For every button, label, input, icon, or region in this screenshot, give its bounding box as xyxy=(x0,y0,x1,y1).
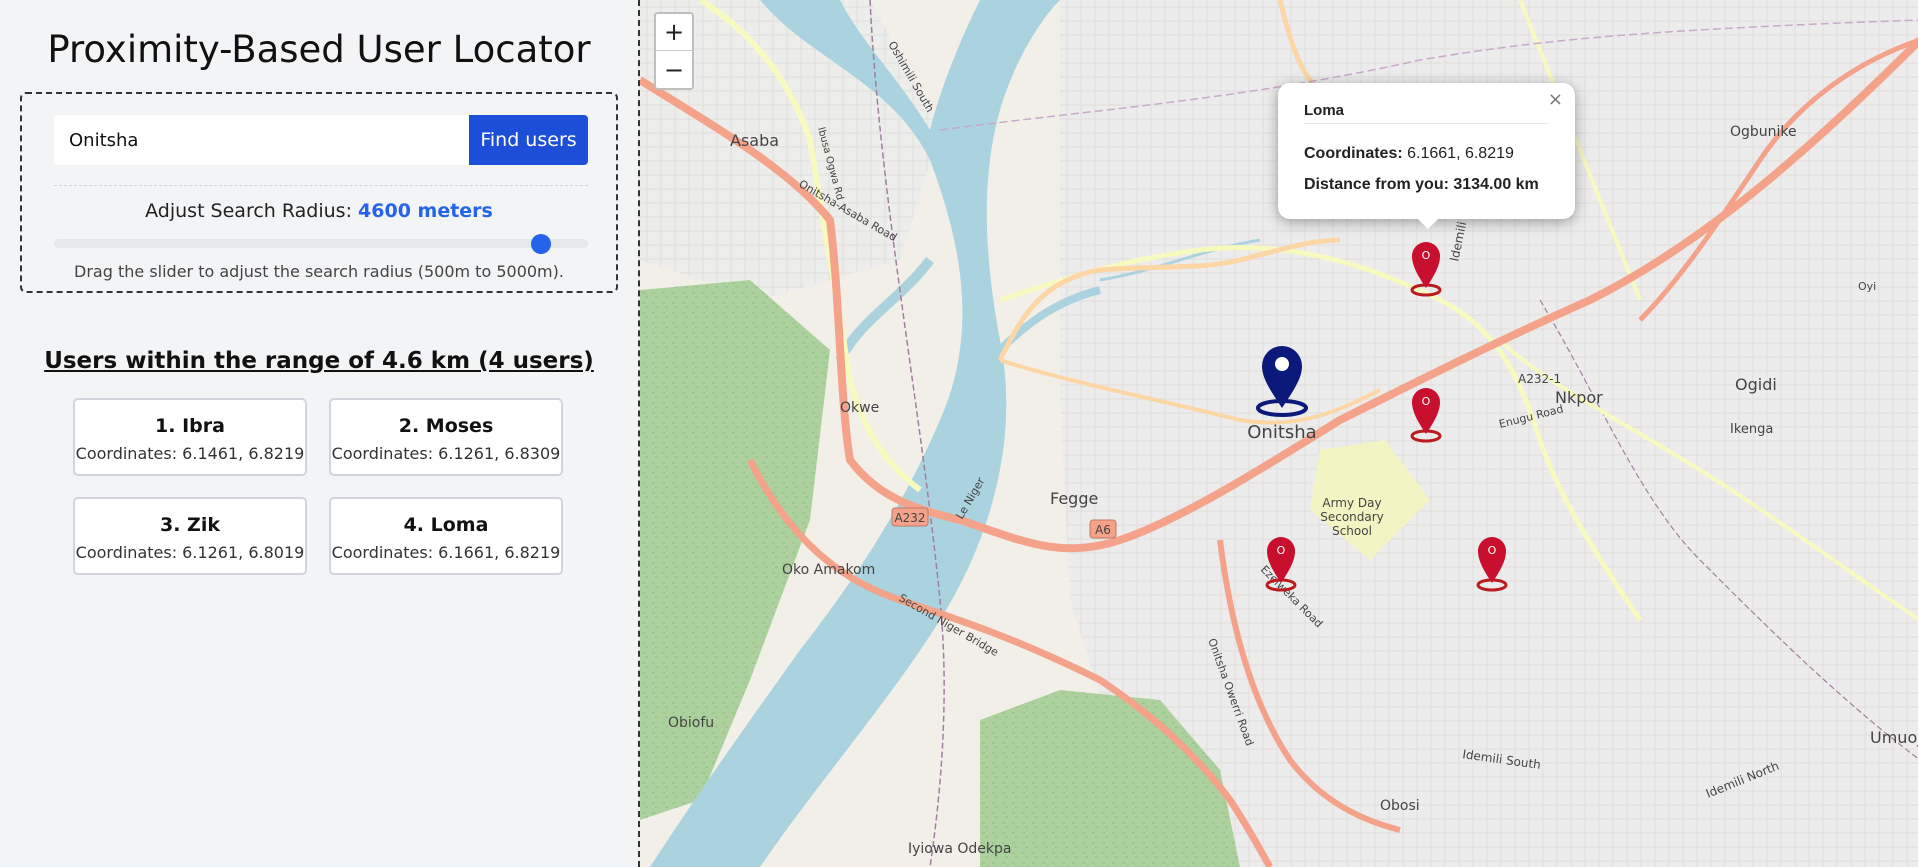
popup-coordinates-label: Coordinates: xyxy=(1304,145,1403,162)
label-secondary: Secondary xyxy=(1320,510,1384,524)
marker-glyph: O xyxy=(1422,395,1431,408)
zoom-control: + − xyxy=(654,12,694,90)
place-label-ogbunike: Ogbunike xyxy=(1730,124,1797,140)
popup-distance-value: 3134.00 km xyxy=(1453,176,1539,193)
popup-distance: Distance from you: 3134.00 km xyxy=(1304,176,1539,194)
user-card[interactable]: 4. Loma Coordinates: 6.1661, 6.8219 xyxy=(329,497,563,575)
user-card[interactable]: 1. Ibra Coordinates: 6.1461, 6.8219 xyxy=(73,398,307,476)
label-a232-1: A232-1 xyxy=(1518,372,1561,386)
marker-glyph: O xyxy=(1488,544,1497,557)
popup-distance-label: Distance from you: xyxy=(1304,176,1449,193)
user-card[interactable]: 2. Moses Coordinates: 6.1261, 6.8309 xyxy=(329,398,563,476)
user-name: 3. Zik xyxy=(160,514,220,536)
popup-tip xyxy=(1416,217,1440,229)
place-label-fegge: Fegge xyxy=(1050,489,1098,508)
radius-slider-thumb[interactable] xyxy=(530,234,551,254)
marker-popup: × Loma Coordinates: 6.1661, 6.8219 Dista… xyxy=(1278,83,1575,229)
left-panel: Proximity-Based User Locator Find users … xyxy=(0,0,638,867)
user-marker-loma[interactable]: O xyxy=(1410,242,1442,297)
road-shield-a232-text: A232 xyxy=(894,511,925,525)
place-label-onitsha: Onitsha xyxy=(1247,422,1316,443)
user-coordinates: Coordinates: 6.1261, 6.8309 xyxy=(331,444,561,463)
marker-glyph: O xyxy=(1277,544,1286,557)
popup-close-button[interactable]: × xyxy=(1548,89,1563,110)
popup-coordinates: Coordinates: 6.1661, 6.8219 xyxy=(1304,145,1514,163)
place-label-nkpor: Nkpor xyxy=(1555,388,1603,407)
radius-label: Adjust Search Radius: 4600 meters xyxy=(22,200,616,222)
user-marker-moses[interactable]: O xyxy=(1476,537,1508,592)
zoom-in-button[interactable]: + xyxy=(656,14,692,51)
results-heading: Users within the range of 4.6 km (4 user… xyxy=(44,348,594,374)
marker-glyph: O xyxy=(1422,249,1431,262)
user-name: 1. Ibra xyxy=(155,415,225,437)
place-label-ikenga: Ikenga xyxy=(1730,422,1773,437)
slider-hint: Drag the slider to adjust the search rad… xyxy=(74,262,564,281)
place-label-iyiowa: Iyiowa Odekpa xyxy=(908,841,1011,857)
zoom-out-button[interactable]: − xyxy=(656,52,692,88)
radius-slider[interactable] xyxy=(54,234,588,254)
road-shield-a6-text: A6 xyxy=(1095,523,1111,537)
radius-value: 4600 meters xyxy=(358,200,493,222)
user-name: 4. Loma xyxy=(403,514,489,536)
user-marker-ibra[interactable]: O xyxy=(1410,388,1442,443)
place-label-asaba: Asaba xyxy=(730,131,779,150)
user-coordinates: Coordinates: 6.1461, 6.8219 xyxy=(75,444,305,463)
place-label-okwe: Okwe xyxy=(840,400,879,416)
location-search-input[interactable] xyxy=(54,115,470,165)
label-army-day: Army Day xyxy=(1322,496,1381,510)
user-marker-zik[interactable]: O xyxy=(1265,537,1297,592)
road-shield-a6: A6 xyxy=(1089,519,1117,539)
user-card[interactable]: 3. Zik Coordinates: 6.1261, 6.8019 xyxy=(73,497,307,575)
place-label-obiofu: Obiofu xyxy=(668,715,714,731)
road-shield-a232: A232 xyxy=(891,507,929,527)
map[interactable]: A232 A6 Asaba Okwe Fegge Oko Amakom Obio… xyxy=(638,0,1918,867)
divider xyxy=(54,185,588,186)
popup-title: Loma xyxy=(1304,102,1548,124)
label-oyi: Oyi xyxy=(1858,280,1876,293)
radius-label-text: Adjust Search Radius: xyxy=(145,200,352,222)
place-label-ogidi: Ogidi xyxy=(1735,375,1777,394)
place-label-umuoji: Umuoj xyxy=(1870,728,1918,747)
find-users-button[interactable]: Find users xyxy=(469,115,588,165)
place-label-obosi: Obosi xyxy=(1380,798,1420,814)
user-name: 2. Moses xyxy=(398,415,494,437)
place-label-oko-amakom: Oko Amakom xyxy=(782,562,875,578)
page-title: Proximity-Based User Locator xyxy=(47,28,591,71)
search-panel: Find users Adjust Search Radius: 4600 me… xyxy=(20,92,618,293)
user-coordinates: Coordinates: 6.1661, 6.8219 xyxy=(331,543,561,562)
user-coordinates: Coordinates: 6.1261, 6.8019 xyxy=(75,543,305,562)
popup-coordinates-value: 6.1661, 6.8219 xyxy=(1407,145,1514,162)
label-school: School xyxy=(1332,524,1372,538)
